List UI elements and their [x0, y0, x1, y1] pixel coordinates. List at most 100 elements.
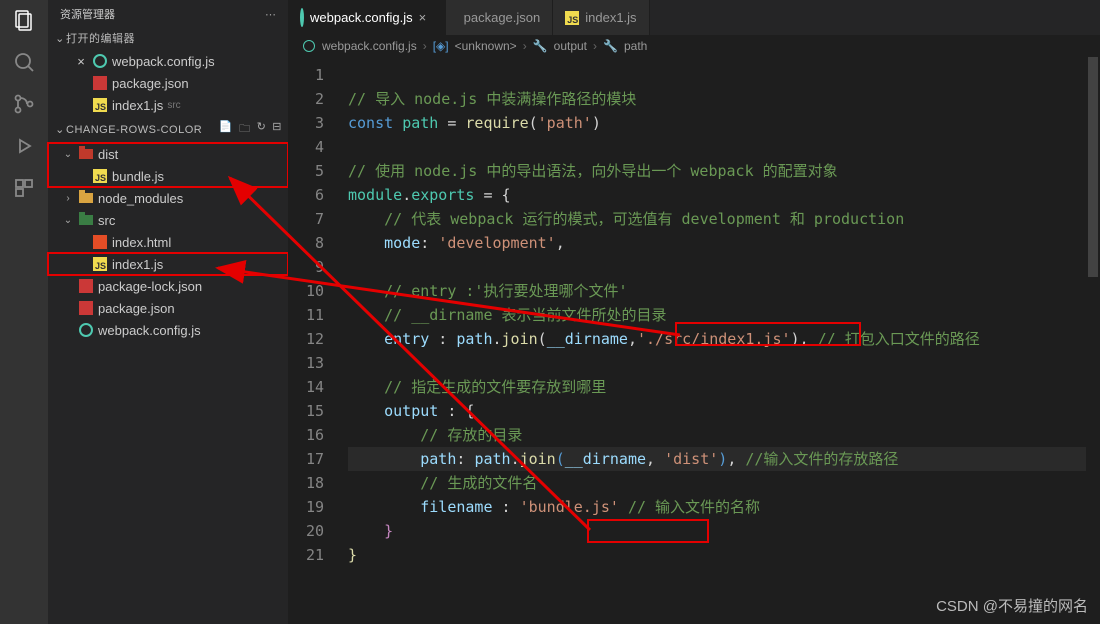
code-token: path — [474, 450, 510, 468]
code-token: mode — [384, 234, 420, 252]
debug-icon[interactable] — [12, 134, 36, 158]
sidebar-title-text: 资源管理器 — [60, 6, 115, 22]
gear-icon — [92, 53, 108, 69]
project-name: CHANGE-ROWS-COLOR — [66, 124, 202, 136]
open-editor-item[interactable]: index1.js src — [48, 94, 288, 116]
breadcrumb-symbol[interactable]: path — [624, 39, 647, 53]
wrench-icon: 🔧 — [603, 39, 618, 53]
project-header[interactable]: ⌄ CHANGE-ROWS-COLOR 📄 🗀 ↻ ⊟ — [48, 118, 288, 141]
file-webpack-config[interactable]: webpack.config.js — [48, 319, 288, 341]
file-label: index.html — [112, 235, 171, 250]
code-comment: // 生成的文件名 — [420, 474, 537, 492]
folder-dist[interactable]: ⌄ dist — [48, 143, 288, 165]
js-icon — [92, 97, 108, 113]
tab-package-json[interactable]: package.json — [446, 0, 554, 35]
folder-icon — [78, 190, 94, 206]
code-comment: // __dirname 表示当前文件所处的目录 — [384, 306, 666, 324]
sidebar-title: 资源管理器 ⋯ — [48, 0, 288, 28]
code-token: entry — [384, 330, 429, 348]
file-label: webpack.config.js — [112, 54, 215, 69]
activity-bar — [0, 0, 48, 624]
refresh-icon[interactable]: ↻ — [257, 120, 267, 139]
code-token: output — [384, 402, 438, 420]
code-comment: // 代表 webpack 运行的模式，可选值有 development 和 p… — [384, 210, 904, 228]
file-label: webpack.config.js — [98, 323, 201, 338]
scrollbar-thumb[interactable] — [1088, 57, 1098, 277]
code-token: __dirname — [565, 450, 646, 468]
code-token: 'development' — [438, 234, 555, 252]
tab-label: webpack.config.js — [310, 10, 413, 25]
code-token: require — [465, 114, 528, 132]
file-tree: ⌄ dist bundle.js › node_modules ⌄ src — [48, 141, 288, 343]
wrench-icon: 🔧 — [533, 39, 548, 53]
file-label: package.json — [98, 301, 175, 316]
editor[interactable]: 123456789101112131415161718192021 // 导入 … — [288, 57, 1100, 624]
gear-icon — [302, 39, 316, 53]
breadcrumb[interactable]: webpack.config.js › [◈] <unknown> › 🔧 ou… — [288, 35, 1100, 57]
breadcrumb-symbol[interactable]: output — [554, 39, 587, 53]
folder-src[interactable]: ⌄ src — [48, 209, 288, 231]
code-token: const — [348, 114, 393, 132]
folder-icon — [78, 146, 94, 162]
chevron-right-icon: › — [423, 39, 427, 53]
file-label: package.json — [112, 76, 189, 91]
code-comment: //输入文件的存放路径 — [745, 450, 898, 468]
code-token: 'dist' — [664, 450, 718, 468]
code-token: module — [348, 186, 402, 204]
tab-webpack-config[interactable]: webpack.config.js × — [288, 0, 446, 35]
open-editors-label: 打开的编辑器 — [66, 30, 135, 46]
explorer-icon[interactable] — [12, 8, 36, 32]
chevron-right-icon: › — [593, 39, 597, 53]
tab-label: package.json — [464, 10, 541, 25]
file-package-json[interactable]: package.json — [48, 297, 288, 319]
close-icon[interactable]: × — [74, 54, 88, 69]
tab-bar: webpack.config.js × package.json index1.… — [288, 0, 1100, 35]
file-package-lock[interactable]: package-lock.json — [48, 275, 288, 297]
scrollbar[interactable] — [1086, 57, 1100, 624]
folder-node-modules[interactable]: › node_modules — [48, 187, 288, 209]
open-editor-item[interactable]: × webpack.config.js — [48, 50, 288, 72]
line-numbers: 123456789101112131415161718192021 — [288, 57, 338, 624]
tab-label: index1.js — [585, 10, 636, 25]
gear-icon — [300, 10, 304, 25]
code-comment: // 打包入口文件的路径 — [818, 330, 980, 348]
breadcrumb-file[interactable]: webpack.config.js — [322, 39, 417, 53]
code-token: path — [420, 450, 456, 468]
gear-icon — [78, 322, 94, 338]
js-icon — [565, 11, 579, 25]
project-actions: 📄 🗀 ↻ ⊟ — [219, 120, 282, 139]
file-index1-js[interactable]: index1.js — [48, 253, 288, 275]
new-file-icon[interactable]: 📄 — [219, 120, 233, 139]
main-area: webpack.config.js × package.json index1.… — [288, 0, 1100, 624]
open-editors-header[interactable]: ⌄ 打开的编辑器 — [48, 28, 288, 48]
tab-index1-js[interactable]: index1.js — [553, 0, 649, 35]
code-token: __dirname — [547, 330, 628, 348]
search-icon[interactable] — [12, 50, 36, 74]
code-comment: // 导入 node.js 中装满操作路径的模块 — [348, 90, 636, 108]
code-comment: // 使用 node.js 中的导出语法，向外导出一个 webpack 的配置对… — [348, 162, 838, 180]
chevron-down-icon: ⌄ — [54, 32, 66, 45]
code-token: filename — [420, 498, 492, 516]
source-control-icon[interactable] — [12, 92, 36, 116]
close-icon[interactable]: × — [419, 10, 433, 25]
open-editor-item[interactable]: package.json — [48, 72, 288, 94]
file-index-html[interactable]: index.html — [48, 231, 288, 253]
code-comment: // 输入文件的名称 — [628, 498, 760, 516]
extensions-icon[interactable] — [12, 176, 36, 200]
js-icon — [92, 256, 108, 272]
file-bundle-js[interactable]: bundle.js — [48, 165, 288, 187]
file-label: index1.js — [112, 98, 163, 113]
code-token: path — [402, 114, 438, 132]
file-tag: src — [167, 100, 180, 111]
collapse-icon[interactable]: ⊟ — [272, 120, 282, 139]
chevron-down-icon: ⌄ — [62, 149, 74, 160]
breadcrumb-symbol[interactable]: <unknown> — [455, 39, 517, 53]
folder-icon — [78, 212, 94, 228]
new-folder-icon[interactable]: 🗀 — [239, 120, 251, 139]
code-token: join — [502, 330, 538, 348]
file-label: package-lock.json — [98, 279, 202, 294]
more-icon[interactable]: ⋯ — [265, 8, 276, 21]
code-token: 'bundle.js' — [520, 498, 619, 516]
code-content[interactable]: // 导入 node.js 中装满操作路径的模块const path = req… — [338, 57, 1100, 624]
code-comment: // 指定生成的文件要存放到哪里 — [384, 378, 606, 396]
